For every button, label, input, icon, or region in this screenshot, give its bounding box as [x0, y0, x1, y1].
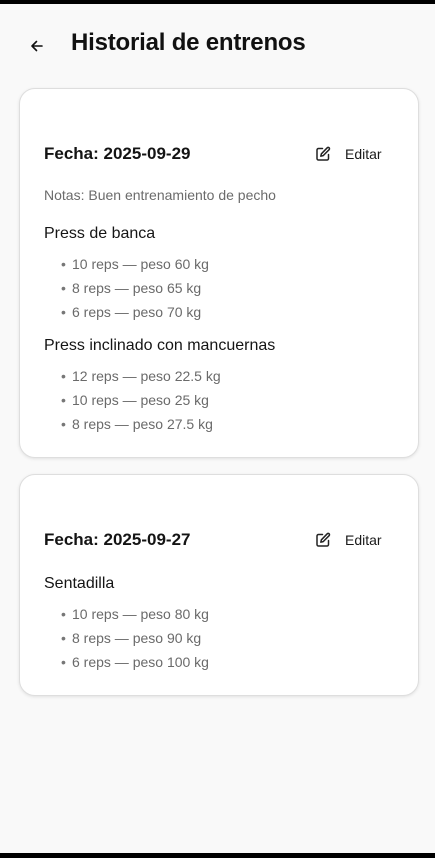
back-button[interactable]: [25, 34, 49, 58]
set-item: • 10 reps — peso 25 kg: [61, 388, 221, 412]
set-text: 10 reps — peso 80 kg: [72, 606, 209, 622]
edit-icon: [316, 146, 331, 161]
set-item: • 10 reps — peso 80 kg: [61, 602, 209, 626]
workout-date: Fecha: 2025-09-29: [44, 144, 191, 163]
set-list: • 12 reps — peso 22.5 kg • 10 reps — peso …: [61, 364, 221, 436]
set-item: • 10 reps — peso 60 kg: [61, 252, 209, 276]
set-item: • 8 reps — peso 65 kg: [61, 276, 209, 300]
set-item: • 6 reps — peso 100 kg: [61, 650, 209, 674]
edit-button[interactable]: Editar: [315, 528, 382, 552]
set-text: 6 reps — peso 70 kg: [72, 304, 202, 320]
bullet: •: [61, 368, 66, 384]
edit-label: Editar: [345, 532, 382, 548]
set-item: • 6 reps — peso 70 kg: [61, 300, 209, 324]
set-list: • 10 reps — peso 80 kg • 8 reps — peso 90 …: [61, 602, 209, 674]
set-text: 6 reps — peso 100 kg: [72, 654, 209, 670]
page-title: Historial de entrenos: [71, 29, 306, 56]
edit-button[interactable]: Editar: [315, 142, 382, 166]
bullet: •: [61, 256, 66, 272]
bullet: •: [61, 304, 66, 320]
bullet: •: [61, 280, 66, 296]
set-text: 12 reps — peso 22.5 kg: [72, 368, 221, 384]
exercise-name: Press inclinado con mancuernas: [44, 337, 276, 354]
set-text: 10 reps — peso 60 kg: [72, 256, 209, 272]
set-item: • 12 reps — peso 22.5 kg: [61, 364, 221, 388]
workout-card: Fecha: 2025-09-29 Editar Notas: Buen ent…: [19, 88, 419, 458]
set-text: 8 reps — peso 65 kg: [72, 280, 202, 296]
screen: Historial de entrenos Fecha: 2025-09-29 …: [0, 4, 435, 853]
bullet: •: [61, 416, 66, 432]
bullet: •: [61, 606, 66, 622]
arrow-left-icon: [31, 40, 43, 52]
exercise-name: Sentadilla: [44, 575, 115, 592]
workout-card: Fecha: 2025-09-27 Editar Sentadilla • 10 …: [19, 474, 419, 696]
workout-notes: Notas: Buen entrenamiento de pecho: [44, 187, 276, 203]
exercise-name: Press de banca: [44, 225, 156, 242]
set-item: • 8 reps — peso 90 kg: [61, 626, 209, 650]
edit-label: Editar: [345, 146, 382, 162]
bullet: •: [61, 392, 66, 408]
set-text: 8 reps — peso 27.5 kg: [72, 416, 213, 432]
set-text: 10 reps — peso 25 kg: [72, 392, 209, 408]
set-text: 8 reps — peso 90 kg: [72, 630, 202, 646]
bullet: •: [61, 630, 66, 646]
set-list: • 10 reps — peso 60 kg • 8 reps — peso 65 …: [61, 252, 209, 324]
edit-icon: [316, 532, 331, 547]
top-bar: Historial de entrenos: [0, 4, 435, 88]
workout-date: Fecha: 2025-09-27: [44, 530, 191, 549]
set-item: • 8 reps — peso 27.5 kg: [61, 412, 221, 436]
bullet: •: [61, 654, 66, 670]
